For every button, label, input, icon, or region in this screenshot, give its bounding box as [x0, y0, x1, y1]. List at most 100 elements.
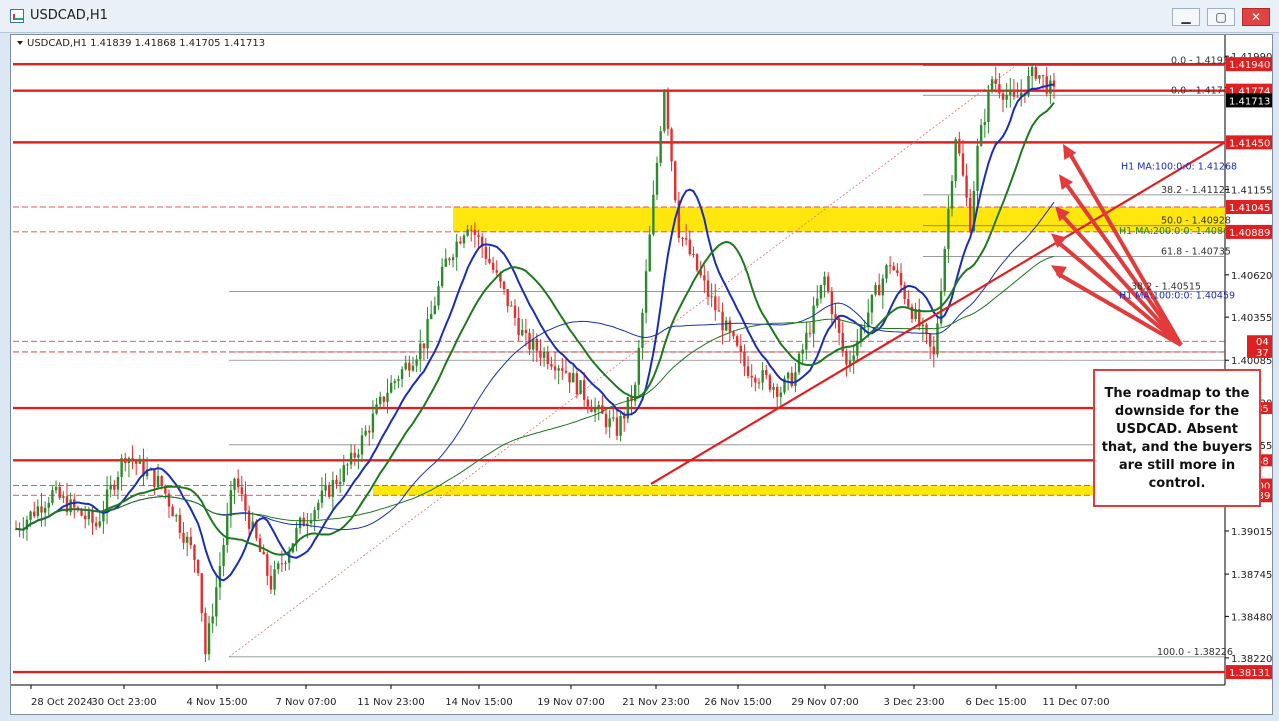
fib-level-label: 100.0 - 1.38226: [1157, 647, 1233, 658]
price-tick-label: 1.38220: [1231, 654, 1272, 665]
candle-body: [524, 330, 528, 333]
candle-body: [415, 359, 418, 366]
candle-body: [816, 298, 819, 306]
candle-body: [987, 90, 990, 123]
candle-body: [641, 312, 644, 348]
candle-body: [109, 484, 112, 490]
candle-body: [1041, 75, 1045, 77]
candle-body: [43, 507, 47, 513]
fib-level-label: 0.0 - 1.41931: [1171, 56, 1235, 67]
candle-body: [714, 296, 717, 311]
candle-body: [62, 496, 65, 498]
candle-body: [1034, 66, 1037, 79]
candle-body: [462, 235, 466, 244]
candle-body: [590, 406, 593, 412]
candle-body: [495, 270, 498, 273]
minimize-button[interactable]: ▁: [1172, 8, 1200, 26]
candle-body: [422, 343, 426, 349]
candle-body: [575, 373, 579, 395]
price-tag-label: 1.40889: [1229, 228, 1270, 239]
price-tick-label: 1.40620: [1231, 271, 1272, 282]
candle-body: [670, 128, 673, 162]
candle-body: [138, 458, 142, 464]
candle-body: [368, 430, 371, 433]
candle-body: [954, 139, 957, 182]
candle-body: [761, 370, 764, 383]
candle-body: [739, 345, 742, 353]
price-tick-label: 1.41155: [1231, 185, 1272, 196]
candle-body: [244, 494, 247, 511]
candle-body: [932, 346, 936, 355]
candle-body: [874, 284, 877, 295]
candle-body: [539, 350, 542, 358]
candle-body: [728, 320, 732, 332]
candle-body: [400, 369, 404, 380]
candle-body: [466, 229, 469, 236]
candle-body: [593, 407, 597, 412]
candle-body: [375, 404, 378, 414]
candle-body: [695, 254, 699, 271]
candle-body: [444, 258, 447, 267]
candle-body: [84, 515, 87, 520]
candle-body: [990, 79, 994, 91]
candle-body: [338, 481, 342, 485]
candle-body: [1001, 93, 1005, 100]
candle-body: [360, 435, 364, 455]
price-tag-label: 1.41045: [1229, 203, 1270, 214]
candle-body: [215, 587, 218, 617]
candle-body: [776, 386, 779, 397]
time-tick-label: 21 Nov 23:00: [622, 697, 689, 708]
candle-body: [597, 405, 600, 408]
candle-body: [371, 413, 375, 433]
candle-body: [386, 392, 389, 402]
candle-body: [346, 464, 349, 466]
close-button[interactable]: ✕: [1242, 8, 1270, 26]
candle-body: [510, 305, 513, 307]
candle-body: [612, 417, 615, 419]
candle-body: [768, 375, 772, 390]
usdcad-chart[interactable]: 0.0 - 1.41931 0.0 - 1.41745 38.2 - 1.41121…: [11, 35, 1272, 714]
candle-body: [921, 324, 925, 327]
candle-body: [87, 511, 91, 520]
time-tick-label: 30 Oct 23:00: [91, 697, 156, 708]
time-tick-label: 7 Nov 07:00: [275, 697, 336, 708]
candle-body: [317, 502, 320, 511]
candle-body: [604, 413, 608, 428]
candle-body: [94, 522, 98, 527]
candle-body: [542, 352, 546, 358]
candle-body: [393, 380, 396, 383]
candle-body: [888, 265, 892, 267]
candle-body: [335, 480, 338, 485]
candle-body: [579, 380, 582, 395]
time-tick-label: 19 Nov 07:00: [537, 697, 604, 708]
candle-body: [947, 208, 950, 249]
chart-background: [11, 35, 1272, 714]
candle-body: [586, 399, 590, 407]
candle-body: [925, 324, 928, 334]
terminal-window: USDCAD,H1 ▁ ▢ ✕ 0.0 - 1.41931 0.0 - 1.417…: [0, 0, 1279, 721]
candle-body: [280, 563, 284, 565]
candle-body: [324, 484, 327, 491]
candle-body: [608, 418, 611, 428]
candle-body: [979, 125, 983, 146]
candle-body: [455, 241, 458, 258]
candle-body: [513, 305, 517, 318]
candle-body: [262, 551, 265, 555]
candle-body: [674, 161, 677, 201]
candle-body: [131, 457, 134, 461]
price-tick-label: 1.40355: [1231, 313, 1272, 324]
candle-body: [983, 122, 986, 126]
symbol-header: USDCAD,H1 1.41839 1.41868 1.41705 1.4171…: [27, 38, 265, 49]
candle-body: [779, 392, 783, 397]
chart-area[interactable]: 0.0 - 1.41931 0.0 - 1.41745 38.2 - 1.41121…: [10, 34, 1273, 715]
candle-body: [808, 332, 812, 334]
time-tick-label: 29 Nov 07:00: [791, 697, 858, 708]
candle-body: [969, 197, 972, 232]
candle-body: [706, 280, 710, 297]
candle-body: [182, 532, 185, 543]
time-tick-label: 11 Nov 23:00: [357, 697, 424, 708]
candle-body: [273, 569, 276, 590]
maximize-button[interactable]: ▢: [1207, 8, 1235, 26]
annotation-box: The roadmap to the downside for the USDC…: [1093, 369, 1261, 507]
candle-body: [572, 373, 575, 383]
